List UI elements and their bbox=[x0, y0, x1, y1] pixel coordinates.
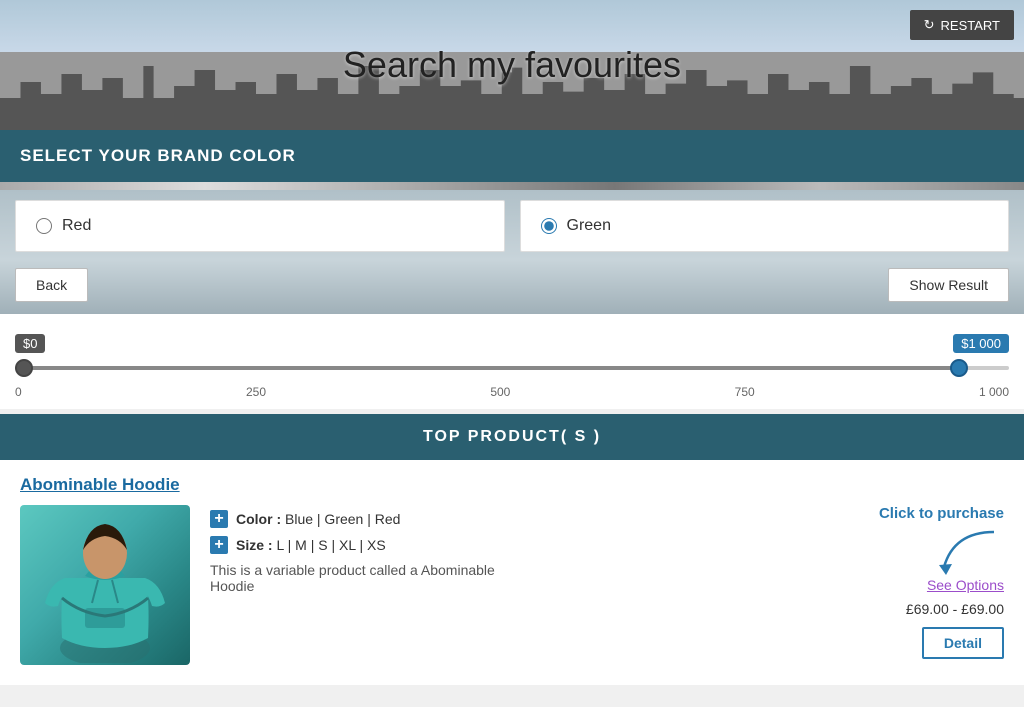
price-labels: $0 $1 000 bbox=[15, 334, 1009, 353]
product-name-link[interactable]: Abominable Hoodie bbox=[20, 475, 180, 495]
product-section: Abominable Hoodie bbox=[0, 460, 1024, 685]
price-max-label: $1 000 bbox=[953, 334, 1009, 353]
price-range: £69.00 - £69.00 bbox=[906, 601, 1004, 617]
tick-500: 500 bbox=[490, 385, 510, 399]
slider-fill bbox=[15, 366, 959, 370]
top-products-title: TOP PRODUCT( S ) bbox=[423, 428, 601, 445]
tick-250: 250 bbox=[246, 385, 266, 399]
see-options-link[interactable]: See Options bbox=[927, 577, 1004, 593]
slider-ticks: 0 250 500 750 1 000 bbox=[15, 383, 1009, 399]
action-bar: Back Show Result bbox=[0, 260, 1024, 314]
back-button[interactable]: Back bbox=[15, 268, 88, 302]
color-attribute: + Color : Blue | Green | Red bbox=[210, 510, 784, 528]
detail-button[interactable]: Detail bbox=[922, 627, 1004, 659]
color-red-label: Red bbox=[62, 217, 91, 235]
tick-750: 750 bbox=[735, 385, 755, 399]
hoodie-svg bbox=[40, 508, 170, 663]
restart-button[interactable]: ↻ RESTART bbox=[910, 10, 1014, 40]
page-title: Search my favourites bbox=[343, 44, 681, 86]
show-result-button[interactable]: Show Result bbox=[888, 268, 1009, 302]
product-content: + Color : Blue | Green | Red + Size : L … bbox=[20, 505, 1004, 665]
slider-thumb-left[interactable] bbox=[15, 359, 33, 377]
color-plus-icon: + bbox=[210, 510, 228, 528]
color-attr-text: Color : Blue | Green | Red bbox=[236, 511, 400, 527]
product-image bbox=[20, 505, 190, 665]
brand-color-section: SELECT YOUR BRAND COLOR Red Green Back S… bbox=[0, 130, 1024, 314]
hero-section: Search my favourites ↻ RESTART bbox=[0, 0, 1024, 130]
color-option-green[interactable]: Green bbox=[520, 200, 1010, 252]
radio-green[interactable] bbox=[541, 218, 557, 234]
tick-0: 0 bbox=[15, 385, 22, 399]
size-attr-text: Size : L | M | S | XL | XS bbox=[236, 537, 386, 553]
click-to-purchase-text: Click to purchase bbox=[804, 505, 1004, 522]
color-green-label: Green bbox=[567, 217, 611, 235]
product-details: + Color : Blue | Green | Red + Size : L … bbox=[210, 505, 784, 594]
size-attribute: + Size : L | M | S | XL | XS bbox=[210, 536, 784, 554]
arrow-annotation-svg bbox=[924, 527, 1004, 577]
radio-red[interactable] bbox=[36, 218, 52, 234]
gradient-bar bbox=[0, 182, 1024, 190]
price-slider[interactable] bbox=[15, 358, 1009, 378]
slider-thumb-right[interactable] bbox=[950, 359, 968, 377]
price-section: $0 $1 000 0 250 500 750 1 000 bbox=[0, 314, 1024, 409]
product-right-wrapper: Click to purchase See Options £69.00 - £… bbox=[804, 505, 1004, 664]
color-options-container: Red Green bbox=[0, 190, 1024, 260]
brand-header-title: SELECT YOUR BRAND COLOR bbox=[20, 146, 296, 165]
product-description: This is a variable product called a Abom… bbox=[210, 562, 530, 594]
annotation-wrapper: Click to purchase bbox=[804, 505, 1004, 577]
size-plus-icon: + bbox=[210, 536, 228, 554]
tick-1000: 1 000 bbox=[979, 385, 1009, 399]
brand-header: SELECT YOUR BRAND COLOR bbox=[0, 130, 1024, 182]
color-option-red[interactable]: Red bbox=[15, 200, 505, 252]
product-right: See Options £69.00 - £69.00 Detail bbox=[804, 577, 1004, 664]
price-min-label: $0 bbox=[15, 334, 45, 353]
restart-icon: ↻ bbox=[924, 17, 935, 33]
top-products-header: TOP PRODUCT( S ) bbox=[0, 414, 1024, 460]
